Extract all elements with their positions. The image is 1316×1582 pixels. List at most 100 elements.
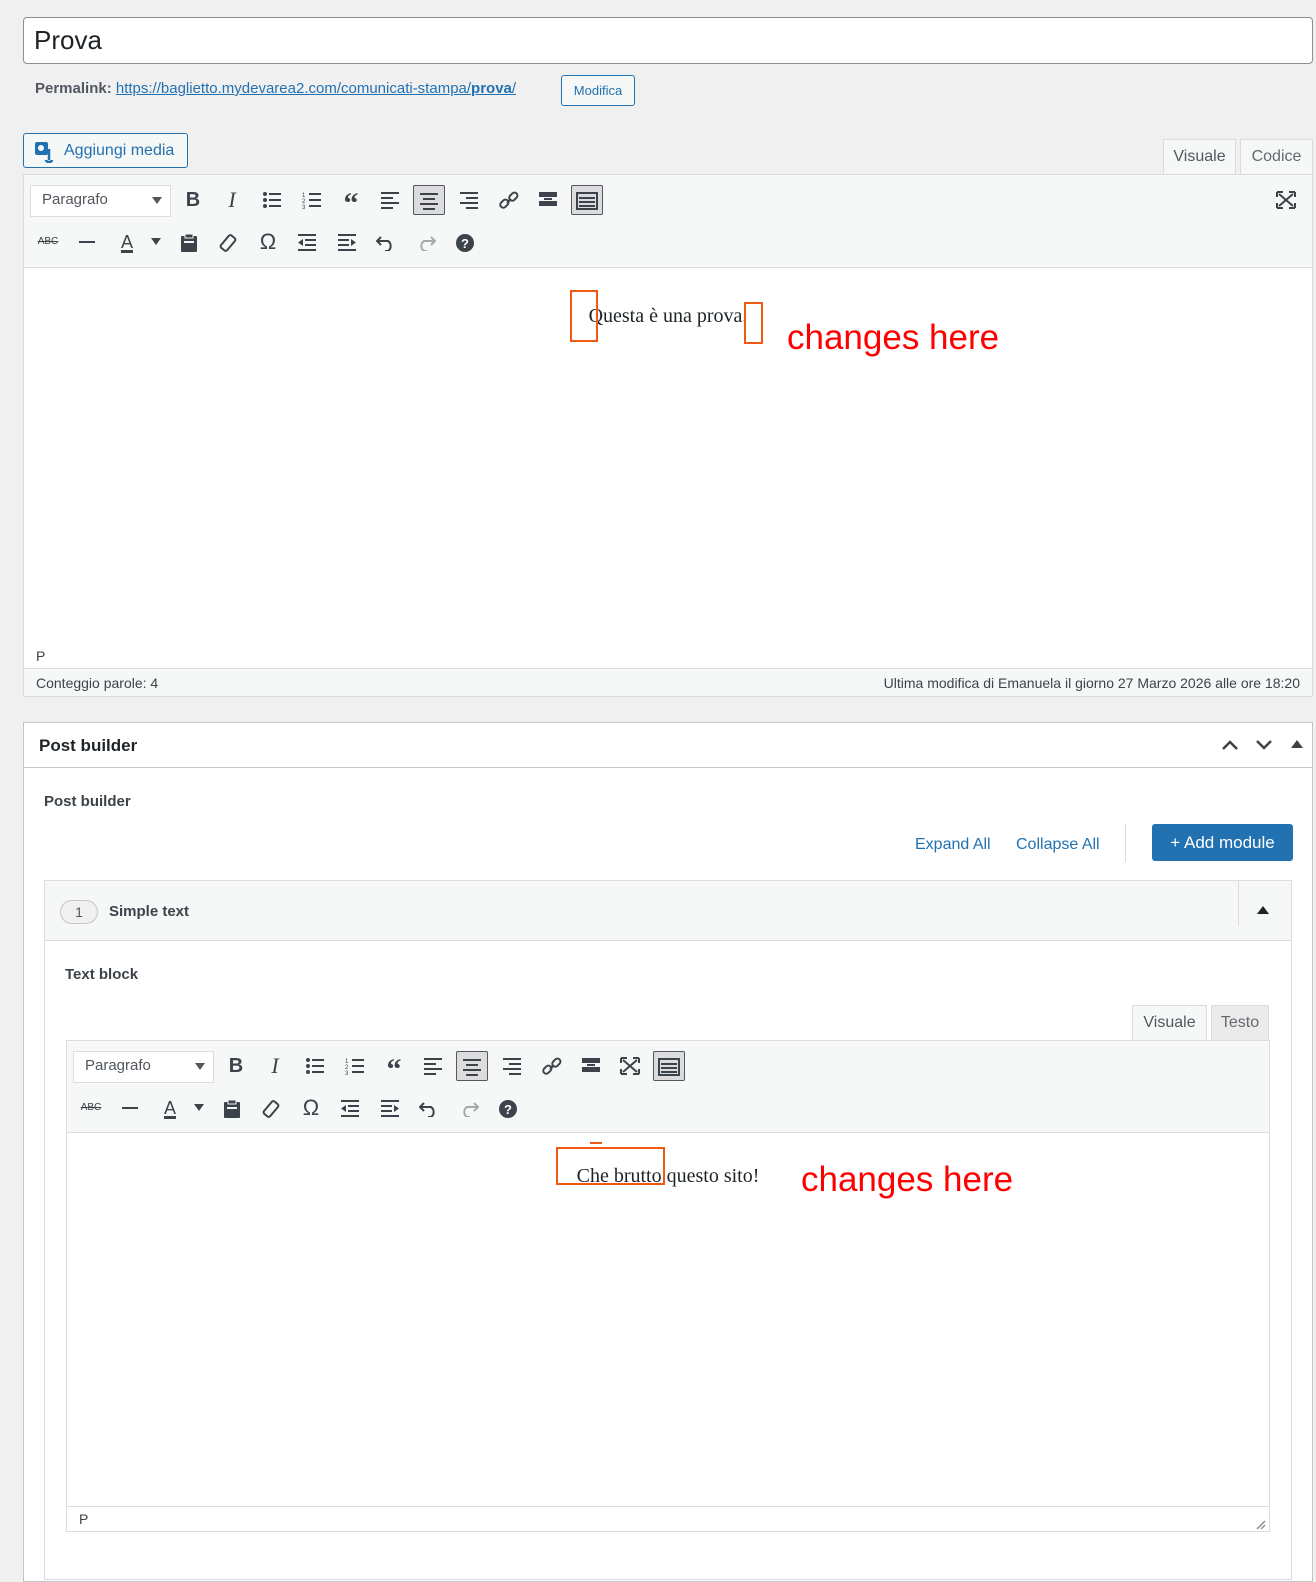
post-builder-header: Post builder	[24, 723, 1312, 768]
annotation-box	[556, 1147, 665, 1185]
main-editor: Paragrafo B I 123 “ ABC A Ω ? Questa è u…	[23, 174, 1313, 697]
format-select[interactable]: Paragrafo	[73, 1051, 214, 1083]
special-character-icon[interactable]: Ω	[295, 1093, 327, 1123]
toolbar-toggle-icon[interactable]	[571, 185, 603, 215]
read-more-icon[interactable]	[532, 185, 564, 215]
chevron-down-icon	[152, 197, 162, 204]
text-color-dropdown-icon[interactable]	[151, 238, 161, 245]
text-color-icon[interactable]: A	[154, 1093, 186, 1123]
clear-formatting-icon[interactable]	[255, 1093, 287, 1123]
post-title-input[interactable]: Prova	[23, 17, 1313, 64]
editor-content[interactable]: Questa è una prova.	[24, 305, 1312, 328]
align-center-icon[interactable]	[456, 1051, 488, 1081]
tab-visual[interactable]: Visuale	[1132, 1005, 1207, 1041]
bullet-list-icon[interactable]	[256, 185, 288, 215]
strikethrough-icon[interactable]: ABC	[32, 227, 64, 257]
indent-icon[interactable]	[331, 227, 363, 257]
bold-icon[interactable]: B	[220, 1051, 252, 1081]
module-header[interactable]: 1 Simple text	[45, 881, 1291, 941]
outdent-icon[interactable]	[334, 1093, 366, 1123]
redo-icon[interactable]	[410, 227, 442, 257]
divider	[1238, 881, 1239, 926]
text-color-dropdown-icon[interactable]	[194, 1104, 204, 1111]
post-builder-box: Post builder Post builder Expand All Col…	[23, 722, 1313, 1582]
svg-text:?: ?	[504, 1102, 512, 1117]
post-builder-label: Post builder	[44, 793, 131, 810]
blockquote-icon[interactable]: “	[335, 185, 367, 220]
fullscreen-icon[interactable]	[614, 1051, 646, 1081]
chevron-down-icon	[195, 1063, 205, 1070]
permalink-edit-button[interactable]: Modifica	[561, 75, 635, 106]
link-icon[interactable]	[493, 185, 525, 215]
post-builder-title: Post builder	[39, 736, 138, 755]
svg-text:?: ?	[461, 236, 469, 251]
main-editor-toolbar: Paragrafo B I 123 “ ABC A Ω ?	[24, 175, 1312, 268]
word-count: Conteggio parole: 4	[36, 675, 159, 691]
module-index-badge: 1	[60, 900, 98, 924]
numbered-list-icon[interactable]: 123	[296, 185, 328, 215]
bullet-list-icon[interactable]	[299, 1051, 331, 1081]
paste-text-icon[interactable]	[216, 1093, 248, 1123]
format-select[interactable]: Paragrafo	[30, 185, 171, 217]
permalink-link[interactable]: https://baglietto.mydevarea2.com/comunic…	[116, 80, 516, 97]
bold-icon[interactable]: B	[177, 185, 209, 215]
help-icon[interactable]: ?	[449, 227, 481, 257]
align-right-icon[interactable]	[453, 185, 485, 215]
indent-icon[interactable]	[374, 1093, 406, 1123]
collapse-toggle-icon[interactable]	[1291, 740, 1303, 748]
align-center-icon[interactable]	[413, 185, 445, 215]
svg-text:3: 3	[345, 1071, 349, 1075]
module-name: Simple text	[109, 903, 190, 920]
italic-icon[interactable]: I	[259, 1051, 291, 1081]
module-statusbar: P	[67, 1506, 1269, 1531]
read-more-icon[interactable]	[575, 1051, 607, 1081]
horizontal-line-icon[interactable]	[114, 1093, 146, 1123]
undo-icon[interactable]	[413, 1093, 445, 1123]
media-icon	[34, 141, 54, 164]
element-path: P	[36, 648, 46, 664]
element-path: P	[79, 1511, 89, 1527]
tab-text[interactable]: Testo	[1211, 1005, 1269, 1041]
clear-formatting-icon[interactable]	[212, 227, 244, 257]
word-count-bar: Conteggio parole: 4 Ultima modifica di E…	[24, 668, 1312, 696]
blockquote-icon[interactable]: “	[378, 1051, 410, 1086]
module-editor: Paragrafo B I 123 “ ABC A Ω ? Che brutto…	[66, 1040, 1270, 1532]
align-right-icon[interactable]	[496, 1051, 528, 1081]
text-color-icon[interactable]: A	[111, 227, 143, 257]
add-module-button[interactable]: + Add module	[1152, 824, 1293, 861]
divider	[1125, 824, 1126, 862]
tab-code[interactable]: Codice	[1240, 139, 1313, 175]
outdent-icon[interactable]	[291, 227, 323, 257]
annotation-mark	[590, 1142, 602, 1144]
link-icon[interactable]	[536, 1051, 568, 1081]
permalink-row: Permalink: https://baglietto.mydevarea2.…	[35, 80, 516, 97]
module-editor-content[interactable]: Che brutto questo sito!	[67, 1165, 1269, 1188]
collapse-all-link[interactable]: Collapse All	[1016, 836, 1100, 854]
redo-icon[interactable]	[453, 1093, 485, 1123]
strikethrough-icon[interactable]: ABC	[75, 1093, 107, 1123]
italic-icon[interactable]: I	[216, 185, 248, 215]
add-media-label: Aggiungi media	[64, 142, 175, 159]
permalink-label: Permalink:	[35, 80, 112, 97]
paste-text-icon[interactable]	[173, 227, 205, 257]
last-modified: Ultima modifica di Emanuela il giorno 27…	[883, 675, 1300, 691]
move-up-icon[interactable]	[1220, 735, 1240, 760]
align-left-icon[interactable]	[417, 1051, 449, 1081]
module-collapse-icon[interactable]	[1257, 906, 1269, 914]
undo-icon[interactable]	[370, 227, 402, 257]
move-down-icon[interactable]	[1254, 735, 1274, 760]
text-block-label: Text block	[65, 966, 139, 983]
resize-handle-icon[interactable]	[1254, 1517, 1266, 1535]
fullscreen-icon[interactable]	[1270, 185, 1302, 215]
toolbar-toggle-icon[interactable]	[653, 1051, 685, 1081]
expand-all-link[interactable]: Expand All	[915, 836, 991, 854]
add-media-button[interactable]: Aggiungi media	[23, 133, 188, 168]
tab-visual[interactable]: Visuale	[1163, 139, 1236, 175]
numbered-list-icon[interactable]: 123	[339, 1051, 371, 1081]
annotation-label: changes here	[787, 318, 1000, 357]
annotation-box	[570, 290, 598, 342]
horizontal-line-icon[interactable]	[71, 227, 103, 257]
special-character-icon[interactable]: Ω	[252, 227, 284, 257]
align-left-icon[interactable]	[374, 185, 406, 215]
help-icon[interactable]: ?	[492, 1093, 524, 1123]
